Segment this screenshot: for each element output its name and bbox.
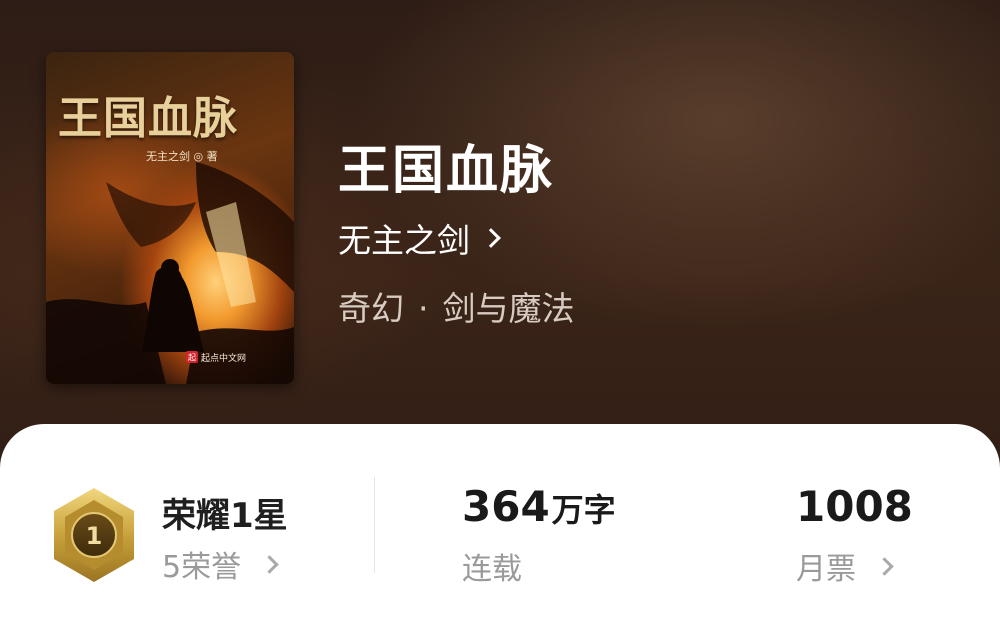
book-title: 王国血脉	[338, 140, 555, 201]
word-count: 364 万字	[462, 482, 616, 531]
monthly-tickets-label: 月票	[796, 552, 856, 587]
author-link[interactable]: 无主之剑	[338, 214, 501, 262]
genre-separator: ·	[418, 289, 429, 328]
word-count-unit: 万字	[551, 491, 616, 529]
honor-level: 荣耀1星	[162, 496, 288, 536]
publisher-mark-icon: 起	[186, 351, 198, 363]
word-count-value: 364	[462, 482, 550, 531]
genre-secondary[interactable]: 剑与魔法	[443, 289, 575, 328]
genre-primary[interactable]: 奇幻	[338, 289, 404, 328]
publisher-logo: 起 起点中文网	[186, 348, 266, 366]
chevron-right-icon	[481, 228, 501, 248]
author-name: 无主之剑	[338, 221, 470, 260]
book-cover[interactable]: 王国血脉 无主之剑 ◎ 著 起 起点中文网	[46, 52, 294, 384]
serial-status: 连载	[462, 552, 522, 587]
badge-number: 1	[86, 522, 103, 550]
monthly-tickets-link[interactable]: 月票	[796, 544, 894, 588]
genre-tags: 奇幻 · 剑与魔法	[338, 282, 575, 330]
cover-title: 王国血脉	[58, 93, 238, 144]
honor-badge-icon[interactable]: 1	[50, 486, 138, 584]
cover-author: 无主之剑 ◎ 著	[146, 150, 218, 163]
honor-count-link[interactable]: 5荣誉	[162, 542, 279, 586]
honor-count: 5荣誉	[162, 550, 242, 585]
stats-divider	[374, 477, 375, 573]
chevron-right-icon	[260, 554, 279, 574]
publisher-name: 起点中文网	[201, 353, 247, 364]
chevron-right-icon	[875, 556, 894, 576]
book-detail-screen: 王国血脉 无主之剑 ◎ 著 起 起点中文网 王国血脉 无主之剑 奇幻 · 剑与魔法	[0, 0, 1000, 619]
monthly-tickets-value: 1008	[796, 482, 913, 531]
